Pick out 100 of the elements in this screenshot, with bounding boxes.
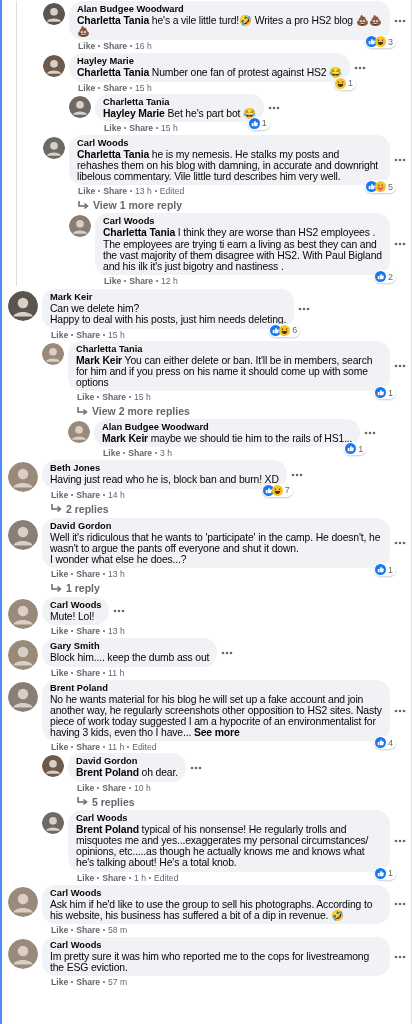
- like-link[interactable]: Like: [77, 872, 95, 883]
- reaction-badge[interactable]: 1: [374, 866, 396, 880]
- view-replies-link[interactable]: 2 replies: [66, 502, 109, 515]
- timestamp[interactable]: 1 h: [134, 872, 147, 883]
- more-options-icon[interactable]: [394, 902, 406, 907]
- more-options-icon[interactable]: [394, 708, 406, 713]
- author-name[interactable]: Gary Smith: [50, 641, 210, 653]
- like-link[interactable]: Like: [51, 569, 69, 580]
- avatar[interactable]: [8, 681, 38, 712]
- reaction-badge[interactable]: 1: [374, 386, 396, 400]
- timestamp[interactable]: 15 h: [134, 392, 151, 403]
- view-replies-link[interactable]: View 2 more replies: [92, 405, 190, 418]
- like-link[interactable]: Like: [78, 186, 96, 197]
- share-link[interactable]: Share: [76, 626, 101, 637]
- more-options-icon[interactable]: [189, 765, 202, 770]
- timestamp[interactable]: 10 h: [134, 782, 151, 793]
- timestamp[interactable]: 15 h: [135, 82, 152, 93]
- more-options-icon[interactable]: [394, 363, 406, 368]
- like-link[interactable]: Like: [78, 82, 96, 93]
- share-link[interactable]: Share: [76, 742, 101, 753]
- author-name[interactable]: Hayley Marie: [77, 56, 343, 68]
- author-name[interactable]: Beth Jones: [50, 463, 279, 475]
- more-options-icon[interactable]: [364, 431, 377, 436]
- timestamp[interactable]: 57 m: [108, 977, 128, 988]
- share-link[interactable]: Share: [103, 186, 128, 197]
- author-name[interactable]: Alan Budgee Woodward: [77, 4, 382, 15]
- reaction-badge[interactable]: 7: [261, 483, 293, 497]
- more-options-icon[interactable]: [394, 18, 406, 23]
- share-link[interactable]: Share: [103, 82, 128, 93]
- more-options-icon[interactable]: [221, 650, 234, 655]
- avatar[interactable]: [69, 95, 91, 118]
- like-link[interactable]: Like: [51, 667, 69, 678]
- share-link[interactable]: Share: [76, 924, 101, 935]
- author-name[interactable]: Carl Woods: [50, 887, 382, 899]
- share-link[interactable]: Share: [76, 569, 101, 580]
- author-name[interactable]: Carl Woods: [77, 137, 382, 149]
- timestamp[interactable]: 11 h: [108, 742, 125, 753]
- reaction-badge[interactable]: 5: [365, 180, 396, 194]
- like-link[interactable]: Like: [51, 977, 69, 988]
- author-name[interactable]: Brent Poland: [50, 682, 382, 694]
- avatar[interactable]: [8, 886, 38, 917]
- like-link[interactable]: Like: [51, 489, 69, 500]
- avatar[interactable]: [42, 811, 64, 834]
- avatar[interactable]: [8, 640, 38, 671]
- timestamp[interactable]: 13 h: [108, 569, 125, 580]
- avatar[interactable]: [8, 462, 38, 493]
- author-name[interactable]: David Gordon: [50, 520, 382, 532]
- more-options-icon[interactable]: [394, 954, 406, 959]
- share-link[interactable]: Share: [76, 977, 101, 988]
- avatar[interactable]: [8, 938, 38, 969]
- author-name[interactable]: David Gordon: [76, 756, 178, 768]
- more-options-icon[interactable]: [394, 242, 406, 247]
- share-link[interactable]: Share: [129, 276, 154, 287]
- share-link[interactable]: Share: [76, 667, 101, 678]
- timestamp[interactable]: 15 h: [108, 329, 125, 340]
- like-link[interactable]: Like: [51, 742, 69, 753]
- view-replies-link[interactable]: 1 reply: [66, 582, 100, 595]
- see-more-link[interactable]: See more: [193, 727, 240, 739]
- timestamp[interactable]: 58 m: [108, 924, 128, 935]
- author-name[interactable]: Carl Woods: [50, 939, 382, 951]
- timestamp[interactable]: 14 h: [108, 489, 125, 500]
- reaction-badge[interactable]: 3: [365, 35, 396, 49]
- share-link[interactable]: Share: [102, 782, 127, 793]
- like-link[interactable]: Like: [104, 122, 122, 133]
- author-name[interactable]: Charletta Tania: [103, 96, 256, 108]
- share-link[interactable]: Share: [76, 329, 101, 340]
- like-link[interactable]: Like: [77, 392, 95, 403]
- timestamp[interactable]: 13 h: [135, 186, 152, 197]
- timestamp[interactable]: 12 h: [161, 276, 178, 287]
- author-name[interactable]: Charletta Tania: [76, 343, 382, 355]
- avatar[interactable]: [69, 215, 91, 238]
- more-options-icon[interactable]: [113, 609, 126, 614]
- timestamp[interactable]: 3 h: [160, 448, 173, 459]
- avatar[interactable]: [43, 55, 65, 78]
- view-replies-link[interactable]: View 1 more reply: [93, 199, 183, 212]
- reaction-badge[interactable]: 6: [269, 323, 301, 337]
- reaction-badge[interactable]: 4: [374, 736, 396, 750]
- like-link[interactable]: Like: [104, 276, 122, 287]
- share-link[interactable]: Share: [102, 392, 127, 403]
- reaction-badge[interactable]: 2: [374, 270, 396, 284]
- share-link[interactable]: Share: [128, 448, 153, 459]
- avatar[interactable]: [43, 3, 65, 25]
- more-options-icon[interactable]: [394, 540, 406, 545]
- timestamp[interactable]: 15 h: [161, 122, 178, 133]
- avatar[interactable]: [8, 519, 38, 550]
- like-link[interactable]: Like: [51, 924, 69, 935]
- share-link[interactable]: Share: [102, 872, 127, 883]
- like-link[interactable]: Like: [51, 329, 69, 340]
- author-name[interactable]: Mark Keir: [50, 292, 287, 304]
- timestamp[interactable]: 16 h: [135, 41, 152, 52]
- avatar[interactable]: [42, 755, 64, 778]
- author-name[interactable]: Carl Woods: [103, 216, 382, 228]
- like-link[interactable]: Like: [78, 41, 96, 52]
- like-link[interactable]: Like: [103, 448, 121, 459]
- avatar[interactable]: [8, 599, 38, 630]
- author-name[interactable]: Carl Woods: [76, 812, 382, 824]
- timestamp[interactable]: 11 h: [108, 667, 125, 678]
- author-name[interactable]: Carl Woods: [50, 600, 102, 612]
- avatar[interactable]: [43, 136, 65, 159]
- share-link[interactable]: Share: [76, 489, 101, 500]
